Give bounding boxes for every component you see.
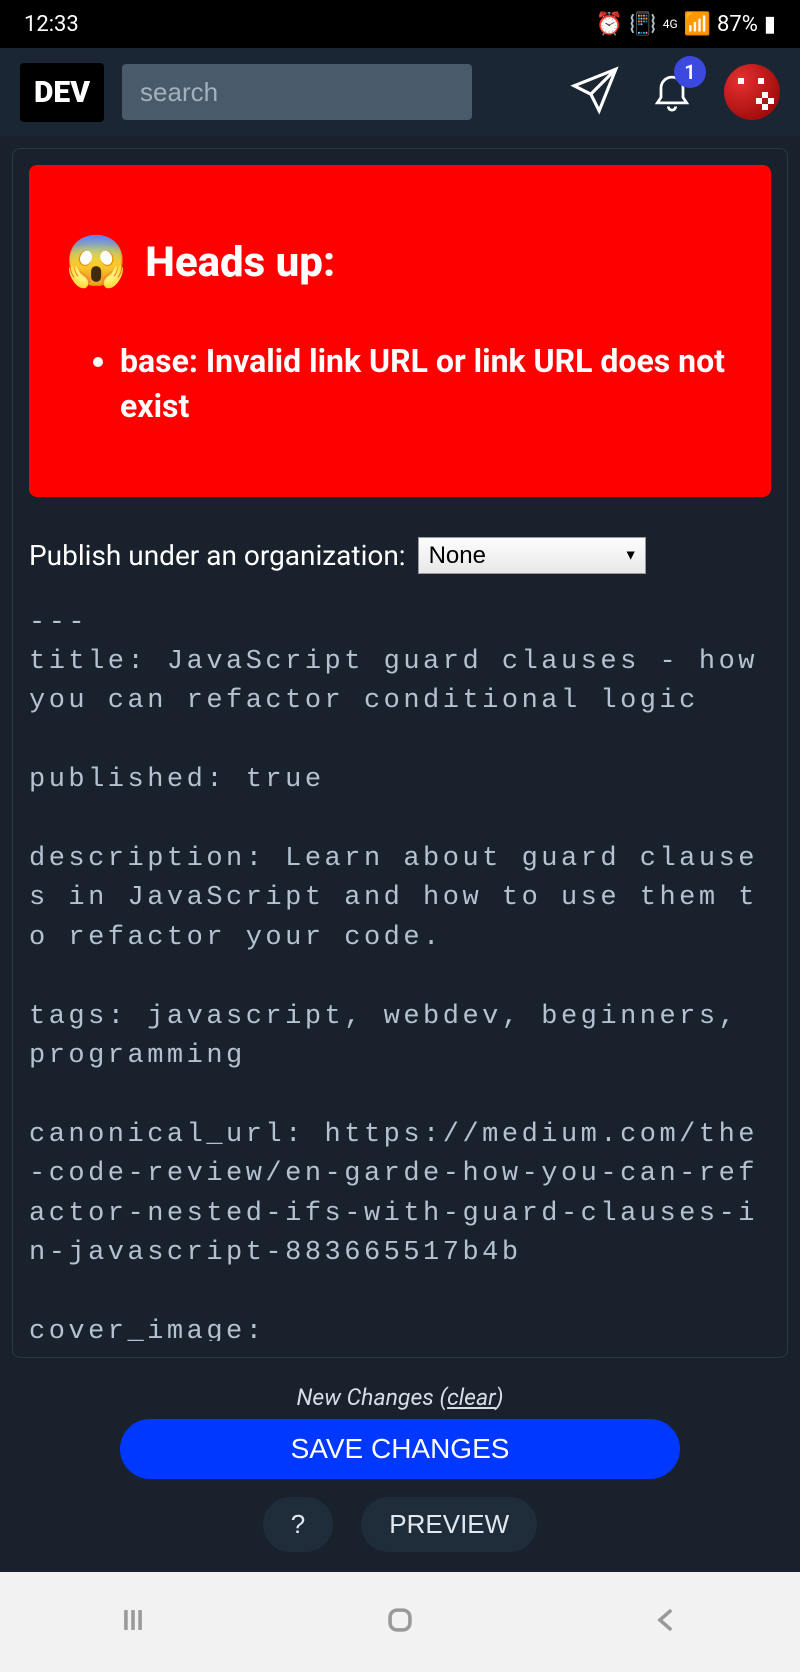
avatar[interactable] <box>724 64 780 120</box>
status-time: 12:33 <box>24 12 79 37</box>
clear-link[interactable]: clear <box>447 1384 496 1411</box>
dev-logo[interactable]: DEV <box>20 63 104 122</box>
save-changes-button[interactable]: SAVE CHANGES <box>120 1419 680 1479</box>
android-nav-bar <box>0 1572 800 1672</box>
changes-text: New Changes ( <box>297 1384 448 1411</box>
search-input[interactable] <box>122 64 472 120</box>
alert-box: 😱 Heads up: base: Invalid link URL or li… <box>29 165 771 497</box>
battery-icon: ▮ <box>764 12 776 37</box>
network-type: 4G <box>663 17 678 31</box>
battery-percent: 87% <box>717 12 758 37</box>
organization-label: Publish under an organization: <box>29 539 406 572</box>
changes-row: New Changes (clear) <box>18 1384 782 1411</box>
status-right: ⏰ 📳 4G 📶 87% ▮ <box>596 12 776 37</box>
organization-select[interactable]: None <box>418 537 646 574</box>
alert-list: base: Invalid link URL or link URL does … <box>65 339 735 429</box>
notifications-button[interactable]: 1 <box>650 68 694 116</box>
changes-suffix: ) <box>496 1384 504 1411</box>
preview-button[interactable]: PREVIEW <box>361 1497 537 1552</box>
home-button[interactable] <box>383 1603 417 1641</box>
notification-badge: 1 <box>674 56 706 88</box>
scream-emoji-icon: 😱 <box>65 233 127 291</box>
organization-row: Publish under an organization: None <box>29 537 771 574</box>
alert-item: base: Invalid link URL or link URL does … <box>120 339 735 429</box>
bottom-bar: New Changes (clear) SAVE CHANGES ? PREVI… <box>0 1370 800 1572</box>
signal-icon: 📶 <box>684 12 711 37</box>
back-button[interactable] <box>650 1603 684 1641</box>
editor-card: 😱 Heads up: base: Invalid link URL or li… <box>12 148 788 1358</box>
alarm-icon: ⏰ <box>596 12 623 37</box>
send-icon[interactable] <box>570 65 620 119</box>
vibrate-icon: 📳 <box>629 12 656 37</box>
app-header: DEV 1 <box>0 48 800 136</box>
help-button[interactable]: ? <box>263 1497 333 1552</box>
alert-title: 😱 Heads up: <box>65 233 735 291</box>
bell-icon <box>650 97 694 116</box>
editor-textarea[interactable]: --- title: JavaScript guard clauses - ho… <box>29 604 771 1341</box>
status-bar: 12:33 ⏰ 📳 4G 📶 87% ▮ <box>0 0 800 48</box>
alert-title-text: Heads up: <box>145 238 335 287</box>
recents-button[interactable] <box>116 1603 150 1641</box>
main-area: 😱 Heads up: base: Invalid link URL or li… <box>0 136 800 1370</box>
